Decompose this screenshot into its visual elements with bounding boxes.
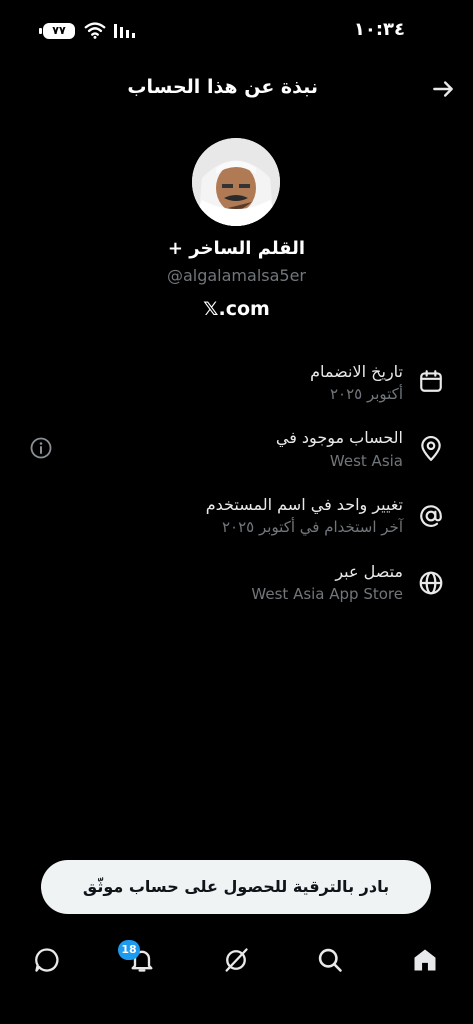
profile-name: القلم الساخر + xyxy=(167,238,306,259)
account-location-value: West Asia xyxy=(329,452,403,470)
username-change-label: تغيير واحد في اسم المستخدم xyxy=(205,495,403,514)
username-change-value: آخر استخدام في أكتوبر ٢٠٢٥ xyxy=(221,518,403,536)
account-location-label: الحساب موجود في xyxy=(275,428,403,447)
grok-icon[interactable] xyxy=(222,946,250,974)
website-link[interactable]: 𝕏.com xyxy=(0,298,473,320)
upgrade-verified-button[interactable]: بادر بالترقية للحصول على حساب موثّق xyxy=(41,860,431,914)
avatar-image xyxy=(192,138,280,226)
at-sign-icon xyxy=(420,505,442,527)
avatar[interactable] xyxy=(192,138,280,226)
wifi-icon xyxy=(84,22,106,39)
home-icon[interactable] xyxy=(411,946,439,974)
location-pin-icon xyxy=(421,436,441,461)
calendar-icon xyxy=(420,370,442,392)
join-date-value: أكتوبر ٢٠٢٥ xyxy=(329,385,403,403)
battery-icon: ٧٧ xyxy=(39,23,75,39)
signal-icon xyxy=(114,24,135,38)
page-title: نبذة عن هذا الحساب xyxy=(127,76,318,98)
messages-icon[interactable] xyxy=(33,946,61,974)
notifications-badge: 18 xyxy=(118,940,140,960)
connected-via-label: متصل عبر xyxy=(335,562,403,581)
connected-via-value: West Asia App Store xyxy=(251,585,403,603)
profile-handle: @algalamalsa5er xyxy=(166,266,307,285)
status-time: ١٠:٣٤ xyxy=(353,19,405,40)
search-icon[interactable] xyxy=(316,946,344,974)
join-date-label: تاريخ الانضمام xyxy=(310,362,403,381)
globe-icon xyxy=(419,571,443,595)
back-arrow-icon[interactable] xyxy=(430,76,456,102)
info-icon[interactable] xyxy=(29,436,53,460)
